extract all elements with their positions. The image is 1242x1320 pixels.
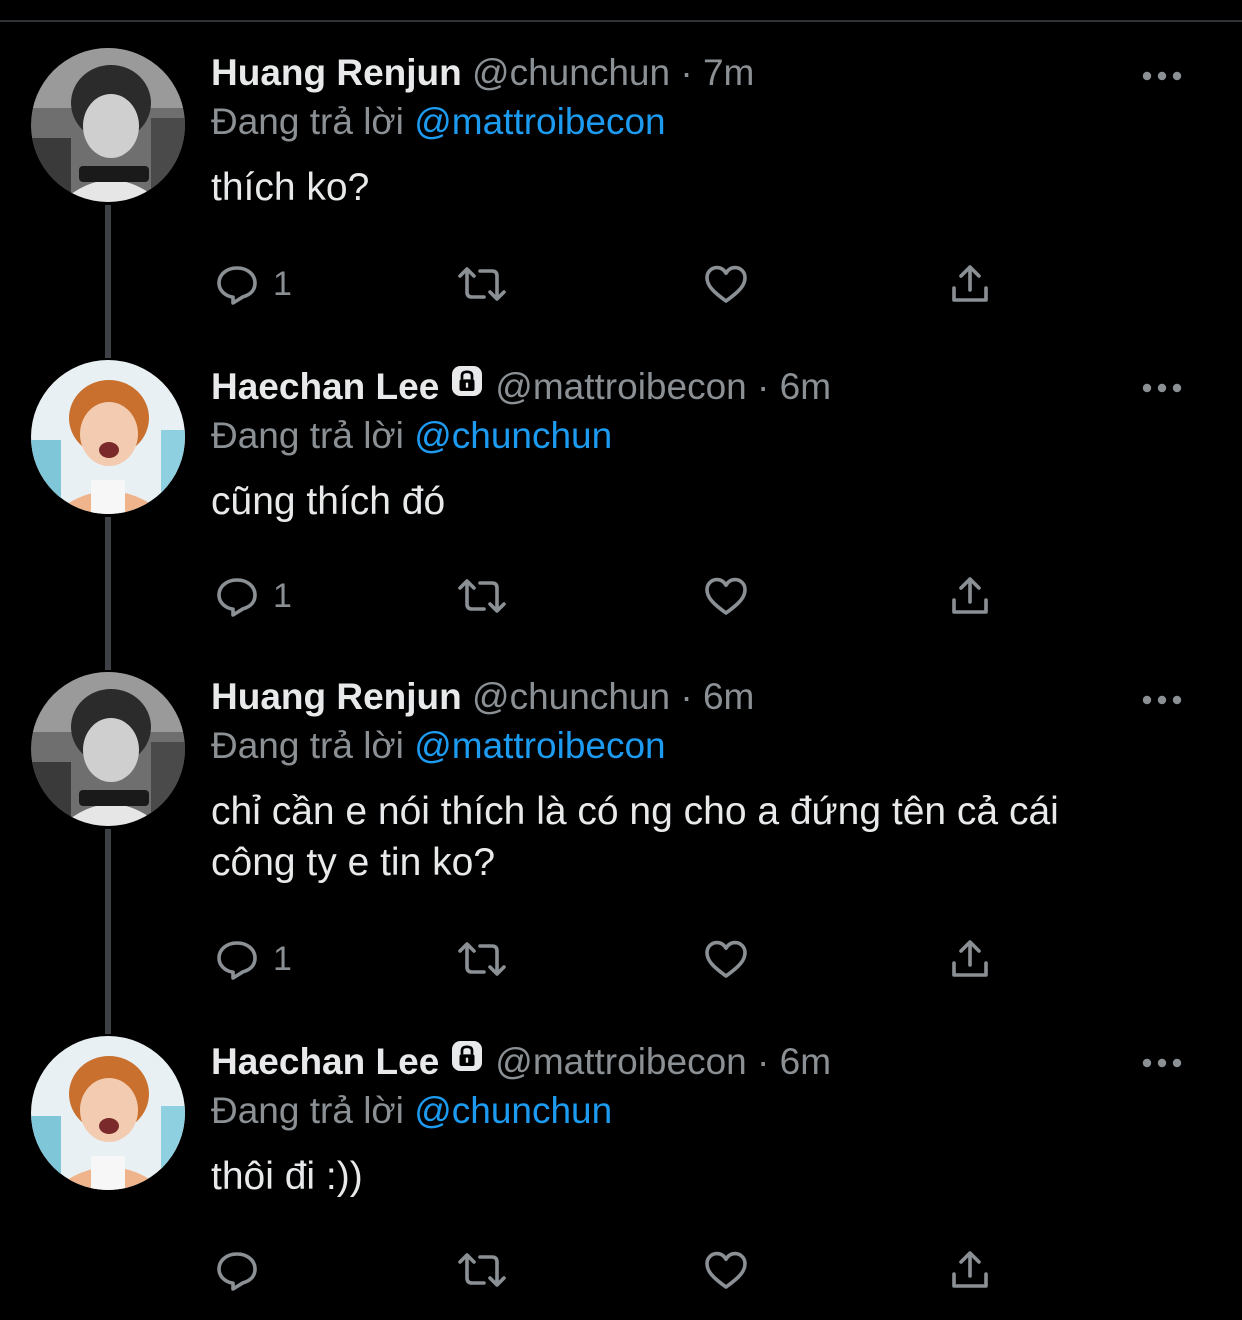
separator-dot: · [680,676,693,717]
retweet-button[interactable] [456,260,512,310]
user-handle[interactable]: @chunchun [472,676,670,717]
heart-icon [705,1251,747,1289]
retweet-button[interactable] [456,935,512,985]
separator-dot: · [680,52,693,93]
more-options-icon[interactable] [1142,380,1182,393]
share-button[interactable] [946,260,996,310]
mention-link[interactable]: @chunchun [414,1090,612,1131]
mention-link[interactable]: @chunchun [414,415,612,456]
display-name[interactable]: Haechan Lee [211,1041,439,1082]
user-handle[interactable]: @mattroibecon [495,366,746,407]
reply-icon [217,266,257,305]
mention-link[interactable]: @mattroibecon [414,101,665,142]
replying-to-label: Đang trả lời [211,415,404,456]
replying-to: Đang trả lời @chunchun [211,1085,1171,1137]
like-button[interactable] [701,1246,753,1296]
share-button[interactable] [946,1246,996,1296]
mention-link[interactable]: @mattroibecon [414,725,665,766]
avatar[interactable] [31,672,185,826]
tweet-header: Haechan Lee @mattroibecon · 6m [211,1039,1171,1085]
share-icon [952,577,988,614]
retweet-icon [458,1253,506,1287]
more-options-icon[interactable] [1142,68,1182,81]
thread-connector [105,517,111,670]
timestamp[interactable]: 6m [780,366,831,407]
timestamp[interactable]: 6m [703,676,754,717]
replying-to: Đang trả lời @chunchun [211,410,1171,462]
tweet-header: Haechan Lee @mattroibecon · 6m [211,364,1171,410]
reply-count: 1 [273,577,292,615]
share-icon [952,940,988,977]
like-button[interactable] [701,572,753,622]
more-options-icon[interactable] [1142,1055,1182,1068]
reply-icon [217,578,257,617]
lock-icon [447,1036,487,1087]
lock-icon [447,361,487,412]
share-button[interactable] [946,572,996,622]
replying-to: Đang trả lời @mattroibecon [211,96,1171,148]
reply-button[interactable]: 1 [213,572,313,622]
like-button[interactable] [701,260,753,310]
heart-icon [705,940,747,978]
like-button[interactable] [701,935,753,985]
heart-icon [705,265,747,303]
display-name[interactable]: Huang Renjun [211,52,462,93]
share-icon [952,1251,988,1288]
tweet-text: chỉ cần e nói thích là có ng cho a đứng … [211,790,1059,884]
retweet-button[interactable] [456,1246,512,1296]
tweet-content: Haechan Lee @mattroibecon · 6m Đang trả l… [211,364,1171,527]
tweet-content: Huang Renjun @chunchun · 7m Đang trả lời… [211,50,1171,213]
tweet-content: Huang Renjun @chunchun · 6m Đang trả lời… [211,674,1171,888]
user-handle[interactable]: @mattroibecon [495,1041,746,1082]
avatar[interactable] [31,360,185,514]
reply-button[interactable]: 1 [213,260,313,310]
reply-count: 1 [273,265,292,303]
replying-to-label: Đang trả lời [211,725,404,766]
retweet-icon [458,267,506,301]
replying-to-label: Đang trả lời [211,1090,404,1131]
tweet-header: Huang Renjun @chunchun · 7m [211,50,1171,96]
replying-to: Đang trả lời @mattroibecon [211,720,1171,772]
reply-count: 1 [273,940,292,978]
thread-connector [105,829,111,1034]
reply-button[interactable]: 1 [213,935,313,985]
display-name[interactable]: Haechan Lee [211,366,439,407]
share-button[interactable] [946,935,996,985]
separator-dot: · [757,1041,770,1082]
reply-button[interactable] [213,1246,273,1296]
avatar[interactable] [31,48,185,202]
retweet-button[interactable] [456,572,512,622]
avatar[interactable] [31,1036,185,1190]
thread-connector [105,205,111,358]
timestamp[interactable]: 6m [780,1041,831,1082]
display-name[interactable]: Huang Renjun [211,676,462,717]
retweet-icon [458,579,506,613]
reply-icon [217,1252,257,1291]
top-divider [0,20,1242,22]
heart-icon [705,577,747,615]
retweet-icon [458,942,506,976]
tweet-header: Huang Renjun @chunchun · 6m [211,674,1171,720]
tweet-text: thích ko? [211,166,370,209]
separator-dot: · [757,366,770,407]
user-handle[interactable]: @chunchun [472,52,670,93]
tweet-text: thôi đi :)) [211,1155,363,1198]
more-options-icon[interactable] [1142,692,1182,705]
tweet-text: cũng thích đó [211,480,446,523]
replying-to-label: Đang trả lời [211,101,404,142]
share-icon [952,265,988,302]
reply-icon [217,941,257,980]
timestamp[interactable]: 7m [703,52,754,93]
tweet-content: Haechan Lee @mattroibecon · 6m Đang trả l… [211,1039,1171,1202]
